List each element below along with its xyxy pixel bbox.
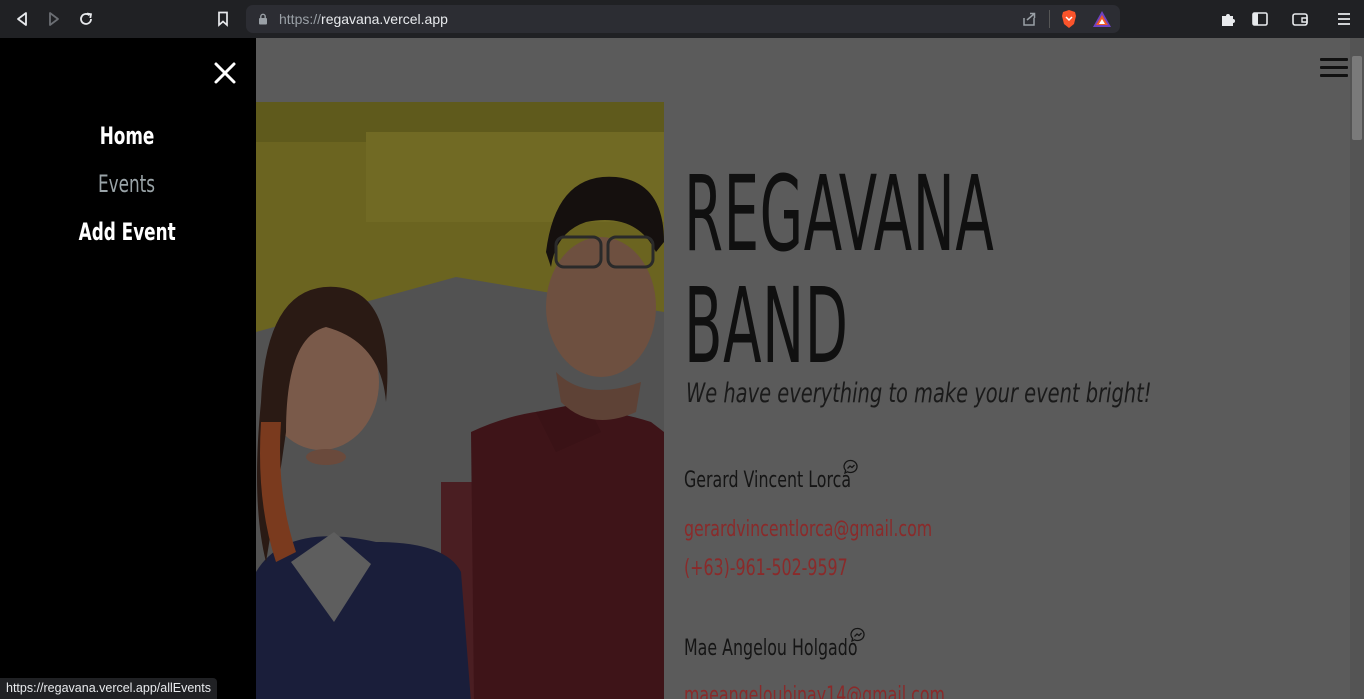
lock-icon — [259, 13, 267, 25]
brave-shields-icon[interactable] — [1060, 9, 1078, 29]
sidebar-item-label: Add Event — [78, 218, 176, 246]
sidebar-item-home[interactable]: Home — [0, 122, 254, 150]
messenger-icon[interactable] — [843, 459, 859, 475]
url-host: regavana.vercel.app — [321, 11, 448, 27]
messenger-icon[interactable] — [850, 627, 866, 643]
sidebar-item-label: Events — [98, 170, 156, 198]
sidebar-item-add-event[interactable]: Add Event — [0, 218, 254, 246]
hamburger-menu-icon[interactable] — [1320, 58, 1348, 80]
scrollbar-thumb[interactable] — [1352, 56, 1362, 140]
site-title: REGAVANA BAND — [684, 158, 1104, 382]
member-email-link[interactable]: maeangeloubinay14@gmail.com — [684, 683, 945, 699]
member-name: Gerard Vincent Lorca — [684, 468, 852, 493]
hero: REGAVANA BAND — [684, 158, 1364, 382]
url-scheme: https:// — [279, 11, 322, 27]
browser-toolbar: https://regavana.vercel.app — [0, 0, 1364, 38]
back-icon[interactable] — [12, 9, 32, 29]
title-line-2: BAND — [684, 265, 849, 387]
member-email-link[interactable]: gerardvincentlorca@gmail.com — [684, 517, 932, 542]
forward-icon[interactable] — [44, 9, 64, 29]
bookmark-icon[interactable] — [213, 9, 233, 29]
sidebar-item-label: Home — [99, 122, 155, 150]
sidebar-item-events[interactable]: Events — [0, 170, 254, 198]
sidebar-nav: Home Events Add Event — [0, 38, 256, 699]
title-line-1: REGAVANA — [684, 153, 995, 275]
page-scrollbar[interactable] — [1350, 38, 1364, 699]
sidebar-toggle-icon[interactable] — [1251, 10, 1269, 28]
browser-menu-icon[interactable] — [1336, 10, 1352, 28]
share-icon[interactable] — [1021, 11, 1037, 27]
wallet-icon[interactable] — [1291, 10, 1309, 28]
extensions-icon[interactable] — [1219, 10, 1237, 28]
divider — [1049, 10, 1050, 28]
url-text: https://regavana.vercel.app — [279, 11, 448, 27]
tagline: We have everything to make your event br… — [686, 378, 1152, 409]
reload-icon[interactable] — [76, 9, 96, 29]
link-status-bubble: https://regavana.vercel.app/allEvents — [0, 678, 217, 699]
band-photo — [256, 102, 664, 699]
close-icon[interactable] — [212, 60, 238, 86]
member-phone-link[interactable]: (+63)-961-502-9597 — [684, 556, 848, 581]
member-name: Mae Angelou Holgado — [684, 636, 858, 661]
brave-rewards-icon[interactable] — [1092, 10, 1112, 28]
address-bar[interactable]: https://regavana.vercel.app — [246, 5, 1120, 33]
